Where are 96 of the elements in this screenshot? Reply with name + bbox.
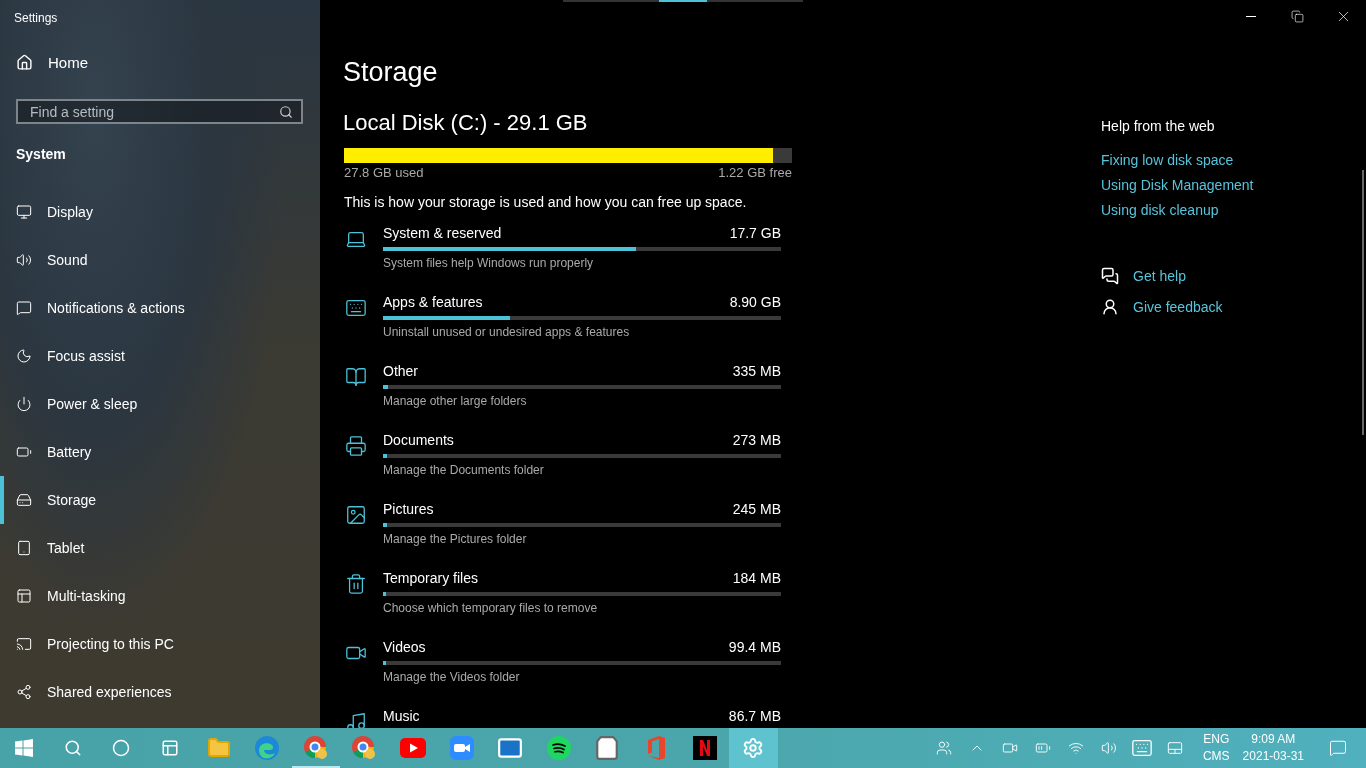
category-description: Manage the Videos folder bbox=[383, 670, 521, 684]
home-icon bbox=[16, 54, 33, 72]
search-input[interactable]: Find a setting bbox=[28, 102, 279, 121]
restore-icon bbox=[1290, 9, 1304, 23]
browser-logo-icon bbox=[302, 735, 329, 761]
volume-icon bbox=[1101, 740, 1118, 756]
category-size: 184 MB bbox=[732, 570, 781, 586]
battery-icon bbox=[16, 444, 32, 460]
netflix-logo-icon bbox=[692, 736, 717, 760]
intro-text: This is how your storage is used and how you can free up space. bbox=[344, 194, 748, 210]
apps-icon bbox=[345, 297, 367, 319]
temporary-icon bbox=[345, 573, 367, 595]
scrollbar[interactable] bbox=[1362, 170, 1364, 435]
help-link[interactable]: Using Disk Management bbox=[1101, 177, 1254, 193]
category-description: Choose which temporary files to remove bbox=[383, 601, 599, 615]
music-icon bbox=[345, 711, 367, 728]
nav-item[interactable]: Notifications & actions bbox=[0, 284, 320, 332]
sound-waves-logo-icon bbox=[546, 736, 571, 760]
nav-item[interactable]: Battery bbox=[0, 428, 320, 476]
people-icon bbox=[936, 740, 953, 756]
category-size: 17.7 GB bbox=[729, 225, 781, 241]
category-description: Manage the Pictures folder bbox=[383, 532, 528, 546]
nav-item[interactable]: Focus assist bbox=[0, 332, 320, 380]
person-icon bbox=[1101, 298, 1119, 316]
search-icon bbox=[63, 739, 82, 757]
shared-icon bbox=[16, 684, 32, 700]
nav-item[interactable]: Display bbox=[0, 188, 320, 236]
home-link[interactable]: Home bbox=[16, 54, 88, 72]
category-name[interactable]: Documents bbox=[383, 432, 454, 448]
category-name[interactable]: Temporary files bbox=[383, 570, 478, 586]
pictures-icon bbox=[345, 504, 367, 526]
projecting-icon bbox=[16, 636, 32, 652]
keyboard-icon bbox=[1131, 737, 1154, 759]
category-name[interactable]: Other bbox=[383, 363, 418, 379]
wifi-icon bbox=[1068, 740, 1085, 756]
nav-item[interactable]: Storage bbox=[0, 476, 320, 524]
nav-item[interactable]: Power & sleep bbox=[0, 380, 320, 428]
focus-icon bbox=[16, 348, 32, 364]
help-link[interactable]: Fixing low disk space bbox=[1101, 152, 1234, 168]
power-icon bbox=[16, 396, 32, 412]
category-name[interactable]: Pictures bbox=[383, 501, 434, 517]
search-icon bbox=[279, 104, 293, 119]
battery-icon bbox=[1035, 740, 1052, 756]
nav-item[interactable]: Projecting to this PC bbox=[0, 620, 320, 668]
windows-logo-icon bbox=[15, 739, 34, 757]
help-link[interactable]: Using disk cleanup bbox=[1101, 202, 1219, 218]
category-size: 335 MB bbox=[732, 363, 781, 379]
nav-item[interactable]: Multi-tasking bbox=[0, 572, 320, 620]
task-view-icon bbox=[161, 739, 180, 757]
category-description: Manage other large folders bbox=[383, 394, 528, 408]
category-size: 273 MB bbox=[732, 432, 781, 448]
category-description: Uninstall unused or undesired apps & features bbox=[383, 325, 631, 339]
help-heading: Help from the web bbox=[1101, 118, 1216, 134]
category-size: 8.90 GB bbox=[729, 294, 781, 310]
multitasking-icon bbox=[16, 588, 32, 604]
speech-bubble-icon bbox=[1329, 739, 1347, 757]
window-title: Settings bbox=[13, 10, 59, 27]
other-icon bbox=[345, 366, 367, 388]
nav-item[interactable]: Tablet bbox=[0, 524, 320, 572]
folder-icon bbox=[206, 736, 231, 760]
storage-icon bbox=[16, 492, 32, 508]
feedback-link[interactable]: Give feedback bbox=[1101, 298, 1223, 316]
minimize-icon bbox=[1246, 15, 1256, 17]
sound-icon bbox=[16, 252, 32, 268]
browser-logo-icon bbox=[351, 735, 378, 761]
search-field[interactable]: Find a setting bbox=[16, 99, 303, 124]
display-icon bbox=[16, 204, 32, 220]
nav-item[interactable]: Shared experiences bbox=[0, 668, 320, 716]
play-logo-icon bbox=[400, 738, 427, 758]
category-name[interactable]: Music bbox=[383, 708, 420, 724]
notifications-icon bbox=[16, 300, 32, 316]
documents-icon bbox=[345, 435, 367, 457]
swirl-logo-icon bbox=[254, 735, 281, 761]
used-label: 27.8 GB used bbox=[344, 165, 424, 180]
category-name[interactable]: Apps & features bbox=[383, 294, 483, 310]
category-name[interactable]: System & reserved bbox=[383, 225, 502, 241]
chat-bubbles-icon bbox=[1101, 267, 1119, 285]
settings-icon bbox=[742, 737, 765, 759]
disk-title: Local Disk (C:) - 29.1 GB bbox=[343, 110, 589, 136]
free-label: 1.22 GB free bbox=[718, 165, 792, 180]
touchpad-icon bbox=[1167, 740, 1184, 756]
camera-icon bbox=[1002, 740, 1019, 756]
video-camera-logo-icon bbox=[449, 736, 474, 760]
category-size: 245 MB bbox=[732, 501, 781, 517]
tablet-icon bbox=[16, 540, 32, 556]
circle-icon bbox=[112, 739, 131, 757]
category-description: System files help Windows run properly bbox=[383, 256, 595, 270]
category-size: 99.4 MB bbox=[728, 639, 781, 655]
category-name[interactable]: Videos bbox=[383, 639, 426, 655]
nav-item[interactable]: Sound bbox=[0, 236, 320, 284]
category-size: 86.7 MB bbox=[728, 708, 781, 724]
page-title: Storage bbox=[343, 57, 439, 88]
section-heading: System bbox=[16, 146, 67, 162]
office-logo-icon bbox=[646, 736, 666, 760]
get-help-link[interactable]: Get help bbox=[1101, 267, 1186, 285]
category-description: Manage the Documents folder bbox=[383, 463, 545, 477]
